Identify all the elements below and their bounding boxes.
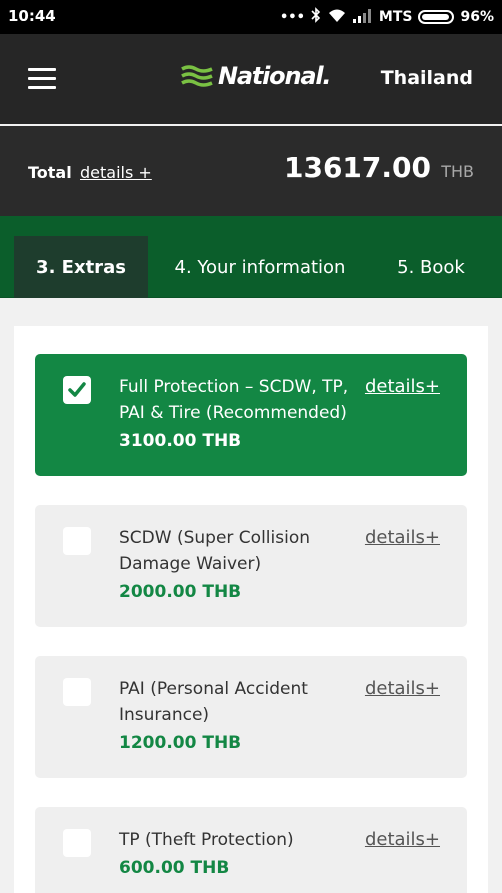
status-time: 10:44: [8, 7, 56, 25]
extra-title: Full Protection – SCDW, TP, PAI & Tire (…: [119, 377, 349, 423]
extra-checkbox-scdw[interactable]: [63, 527, 91, 555]
booking-steps: 3. Extras 4. Your information 5. Book: [0, 216, 502, 298]
extras-panel: Full Protection – SCDW, TP, PAI & Tire (…: [14, 326, 488, 893]
step-book[interactable]: 5. Book: [376, 236, 486, 298]
extra-details-link[interactable]: details+: [365, 678, 440, 699]
checkmark-icon: [68, 382, 86, 397]
extra-price: 3100.00 THB: [119, 431, 242, 451]
more-dots-icon: •••: [279, 9, 305, 25]
extra-price: 600.00 THB: [119, 858, 230, 878]
app-header: National. Thailand: [0, 34, 502, 124]
extra-card-full-protection[interactable]: Full Protection – SCDW, TP, PAI & Tire (…: [35, 354, 467, 476]
total-currency: THB: [441, 162, 474, 181]
extra-details-link[interactable]: details+: [365, 527, 440, 548]
extra-price: 1200.00 THB: [119, 733, 242, 753]
carrier-name: MTS: [378, 9, 413, 25]
extra-checkbox-full-protection[interactable]: [63, 376, 91, 404]
status-bar: 10:44 ••• MTS 96%: [0, 0, 502, 34]
signal-icon: [352, 8, 373, 27]
step-extras[interactable]: 3. Extras: [14, 236, 148, 298]
extra-title: PAI (Personal Accident Insurance): [119, 679, 308, 725]
extra-checkbox-tp[interactable]: [63, 829, 91, 857]
total-details-link[interactable]: details +: [80, 163, 152, 182]
battery-level: 96%: [460, 9, 494, 25]
step-your-information[interactable]: 4. Your information: [160, 236, 360, 298]
extra-card-tp[interactable]: TP (Theft Protection) 600.00 THB details…: [35, 807, 467, 893]
logo-text: National.: [218, 62, 332, 90]
bluetooth-icon: [311, 7, 321, 27]
battery-icon: [418, 10, 455, 24]
extra-title: SCDW (Super Collision Damage Waiver): [119, 528, 311, 574]
country-selector[interactable]: Thailand: [381, 67, 473, 89]
extra-card-pai[interactable]: PAI (Personal Accident Insurance) 1200.0…: [35, 656, 467, 778]
status-icons: ••• MTS 96%: [280, 7, 494, 27]
national-flag-icon: [181, 65, 213, 87]
extra-checkbox-pai[interactable]: [63, 678, 91, 706]
menu-icon[interactable]: [28, 68, 56, 89]
national-logo[interactable]: National.: [180, 62, 332, 90]
extra-details-link[interactable]: details+: [365, 376, 440, 397]
wifi-icon: [327, 8, 347, 27]
extra-details-link[interactable]: details+: [365, 829, 440, 850]
extra-price: 2000.00 THB: [119, 582, 242, 602]
extra-card-scdw[interactable]: SCDW (Super Collision Damage Waiver) 200…: [35, 505, 467, 627]
total-label: Total: [28, 163, 72, 182]
total-amount: 13617.00: [283, 151, 431, 184]
total-bar: Total details + 13617.00 THB: [0, 126, 502, 216]
extra-title: TP (Theft Protection): [119, 830, 294, 850]
